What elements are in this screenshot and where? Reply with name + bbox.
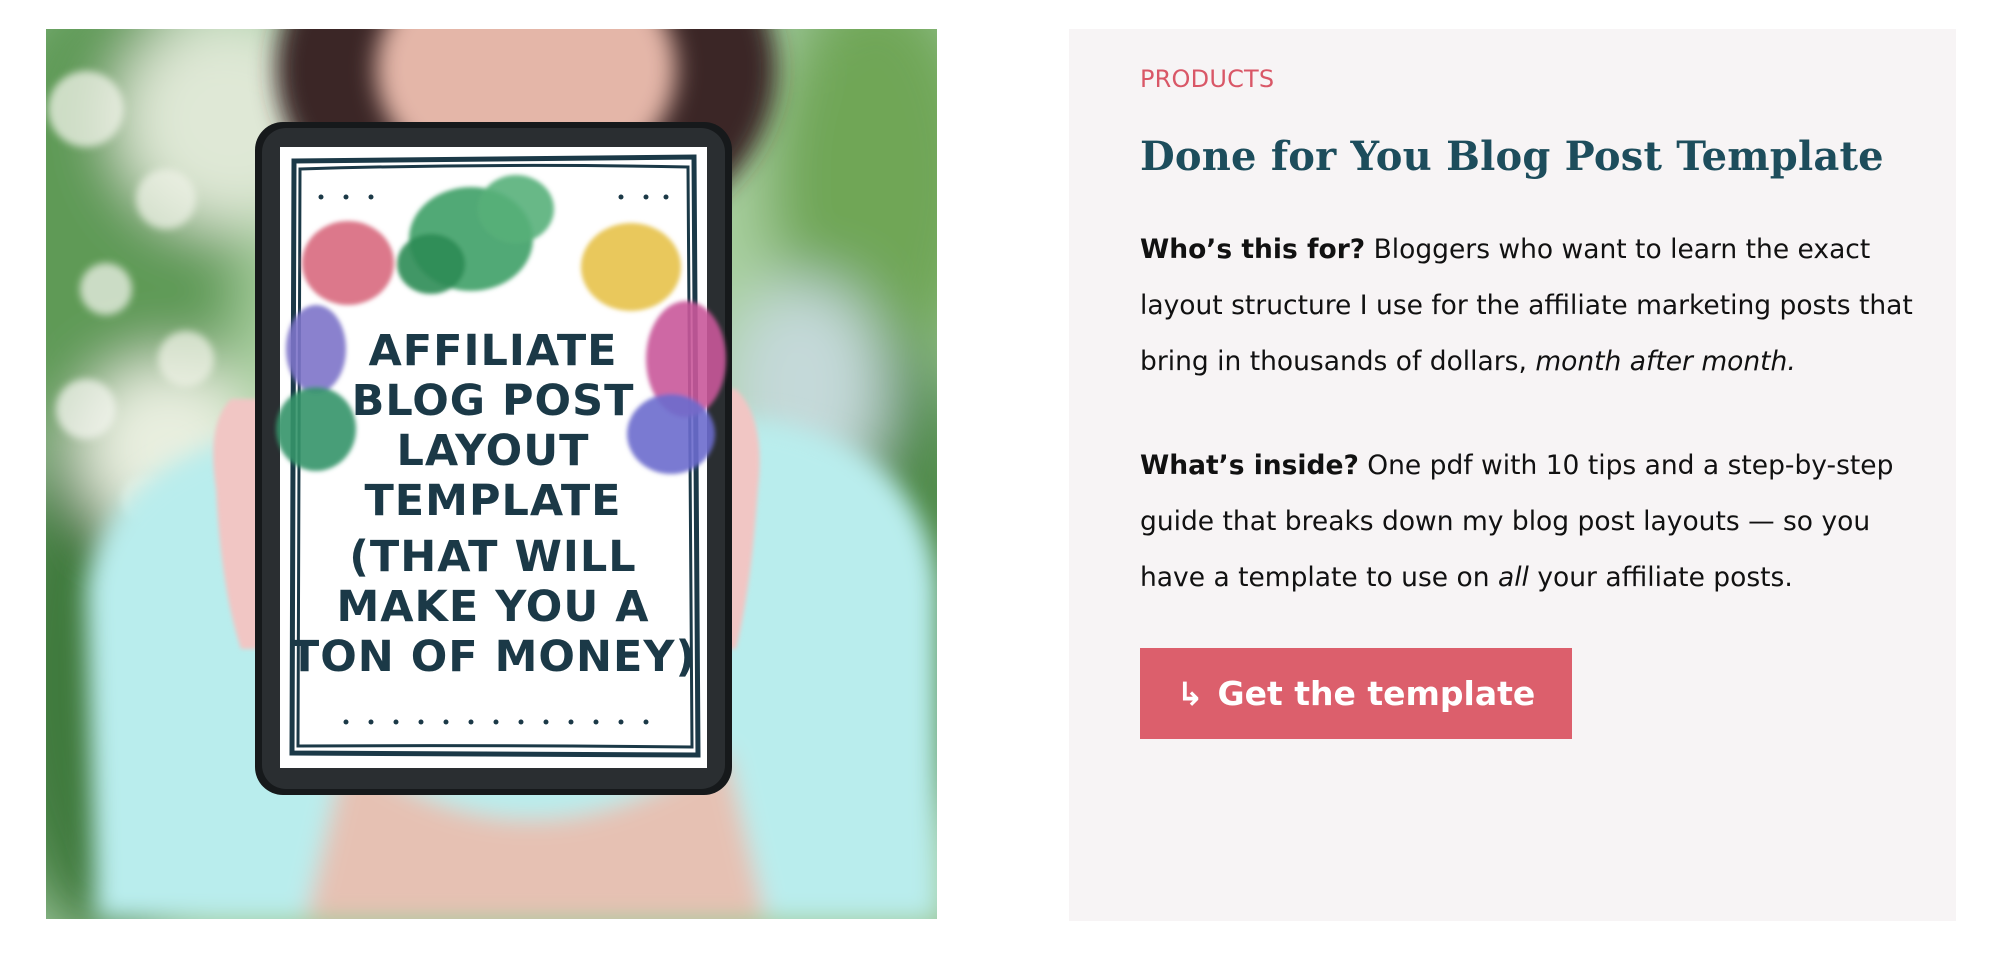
who-emphasis: month after month. xyxy=(1535,346,1796,377)
who-label: Who’s this for? xyxy=(1140,234,1366,265)
tablet-line-4: TEMPLATE xyxy=(364,476,621,526)
get-template-label: Get the template xyxy=(1217,674,1536,713)
inside-text-end: your affiliate posts. xyxy=(1528,562,1793,593)
product-card: PRODUCTS Done for You Blog Post Template… xyxy=(1069,29,1956,921)
tablet-line-1: AFFILIATE xyxy=(368,326,617,376)
page: AFFILIATE BLOG POST LAYOUT TEMPLATE (THA… xyxy=(0,0,1999,965)
arrow-return-icon: ↳ xyxy=(1176,674,1204,713)
category-link[interactable]: PRODUCTS xyxy=(1140,65,1274,93)
who-paragraph: Who’s this for? Bloggers who want to lea… xyxy=(1140,222,1930,390)
tablet-line-5: (THAT WILL xyxy=(349,532,636,582)
tablet-mockup-illustration: AFFILIATE BLOG POST LAYOUT TEMPLATE (THA… xyxy=(46,29,937,919)
tablet-line-7: TON OF MONEY) xyxy=(290,632,696,682)
get-template-button[interactable]: ↳ Get the template xyxy=(1140,648,1572,739)
inside-emphasis: all xyxy=(1497,562,1529,593)
product-title[interactable]: Done for You Blog Post Template xyxy=(1140,133,1884,180)
inside-label: What’s inside? xyxy=(1140,450,1359,481)
tablet-line-3: LAYOUT xyxy=(397,426,590,476)
tablet-line-2: BLOG POST xyxy=(352,376,635,426)
product-image[interactable]: AFFILIATE BLOG POST LAYOUT TEMPLATE (THA… xyxy=(46,29,937,919)
inside-paragraph: What’s inside? One pdf with 10 tips and … xyxy=(1140,438,1930,606)
tablet-line-6: MAKE YOU A xyxy=(336,582,649,632)
